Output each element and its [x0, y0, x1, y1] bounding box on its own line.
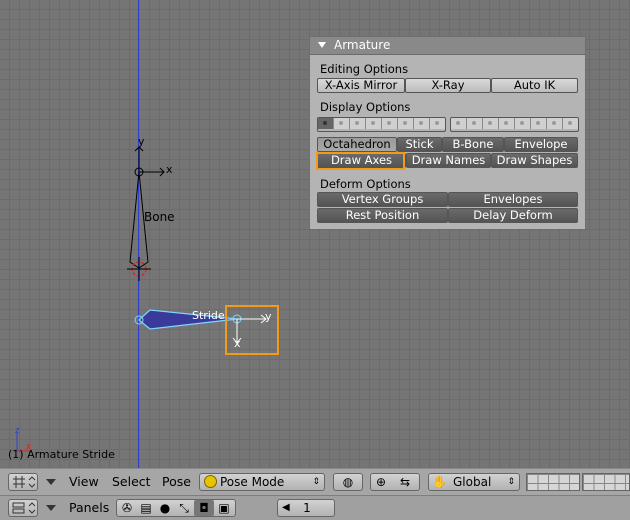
armature-panel: Armature Editing Options X-Axis Mirror X…	[309, 36, 586, 230]
hand-icon: ✋	[432, 475, 447, 489]
menu-pose[interactable]: Pose	[162, 474, 191, 490]
buttons-window-icon	[12, 502, 36, 514]
envelope-button[interactable]: Envelope	[504, 137, 578, 152]
buttons-header: Panels ✇ ▤ ● ⤡ ◘ ▣ ◀ 1	[0, 495, 630, 520]
scene-layers-right[interactable]	[582, 473, 630, 491]
bone-axis-y-label: y	[138, 135, 145, 148]
bone-layers-right[interactable]	[450, 117, 579, 132]
draw-names-button[interactable]: Draw Names	[406, 153, 491, 168]
editor-type-button[interactable]	[8, 473, 38, 491]
panel-header[interactable]: Armature	[310, 37, 585, 55]
updown-arrows-icon: ⇕	[507, 477, 515, 487]
display-options-label: Display Options	[320, 100, 411, 114]
bone-name-label: Bone	[144, 210, 175, 224]
scene-icon[interactable]: ▣	[215, 500, 233, 516]
shading-icon[interactable]: ●	[156, 500, 174, 516]
script-icon[interactable]: ▤	[137, 500, 155, 516]
envelopes-button[interactable]: Envelopes	[448, 192, 578, 207]
bone-axis-x-label: x	[166, 163, 173, 176]
orientation-label: Global	[453, 475, 492, 489]
stride-axes-highlight	[225, 305, 279, 355]
collapse-menu-icon[interactable]	[46, 479, 56, 485]
object-icon[interactable]: ⤡	[175, 500, 193, 516]
shading-sphere-icon: ◍	[342, 475, 354, 489]
shading-button[interactable]: ◍	[333, 473, 363, 491]
snap-icon: ⇆	[400, 475, 411, 489]
x-axis-mirror-button[interactable]: X-Axis Mirror	[317, 78, 405, 93]
object-info-label: (1) Armature Stride	[8, 448, 115, 461]
context-buttons: ✇ ▤ ● ⤡ ◘ ▣	[116, 499, 236, 517]
collapse-triangle-icon[interactable]	[318, 42, 326, 48]
menu-view[interactable]: View	[69, 474, 99, 490]
mode-label: Pose Mode	[220, 475, 285, 489]
orientation-select[interactable]: ✋ Global ⇕	[428, 473, 520, 491]
vertex-groups-button[interactable]: Vertex Groups	[317, 192, 448, 207]
editor-type-button-2[interactable]	[8, 499, 38, 517]
draw-shapes-button[interactable]: Draw Shapes	[491, 153, 578, 168]
frame-value: 1	[303, 501, 311, 515]
logic-icon[interactable]: ✇	[118, 500, 136, 516]
pose-mode-icon	[204, 475, 217, 488]
auto-ik-button[interactable]: Auto IK	[491, 78, 578, 93]
stick-button[interactable]: Stick	[397, 137, 442, 152]
editing-options-label: Editing Options	[320, 62, 409, 76]
octahedron-button[interactable]: Octahedron	[317, 137, 397, 152]
scene-layers-left[interactable]	[526, 473, 580, 491]
mode-select[interactable]: Pose Mode ⇕	[199, 473, 325, 491]
collapse-menu-icon-2[interactable]	[46, 505, 56, 511]
b-bone-button[interactable]: B-Bone	[442, 137, 504, 152]
editing-icon[interactable]: ◘	[194, 500, 214, 516]
rest-position-button[interactable]: Rest Position	[317, 208, 448, 223]
panel-title: Armature	[334, 38, 391, 52]
bone-layers-left[interactable]	[317, 117, 446, 132]
mini-axis-z-label: z	[15, 426, 20, 436]
draw-axes-highlight	[316, 152, 405, 170]
stride-name-label: Stride	[192, 309, 225, 322]
panels-label: Panels	[69, 500, 110, 515]
frame-field[interactable]: ◀ 1	[277, 499, 335, 517]
menu-select[interactable]: Select	[112, 474, 151, 490]
x-ray-button[interactable]: X-Ray	[405, 78, 491, 93]
3d-view-header: View Select Pose Pose Mode ⇕ ◍ ⊕ ⇆ ✋ Glo…	[0, 468, 630, 495]
pivot-button[interactable]: ⊕ ⇆	[370, 473, 420, 491]
deform-options-label: Deform Options	[320, 177, 411, 191]
updown-arrows-icon: ⇕	[312, 477, 320, 487]
grid-icon	[13, 476, 36, 488]
delay-deform-button[interactable]: Delay Deform	[448, 208, 578, 223]
pivot-crosshair-icon: ⊕	[376, 475, 387, 489]
